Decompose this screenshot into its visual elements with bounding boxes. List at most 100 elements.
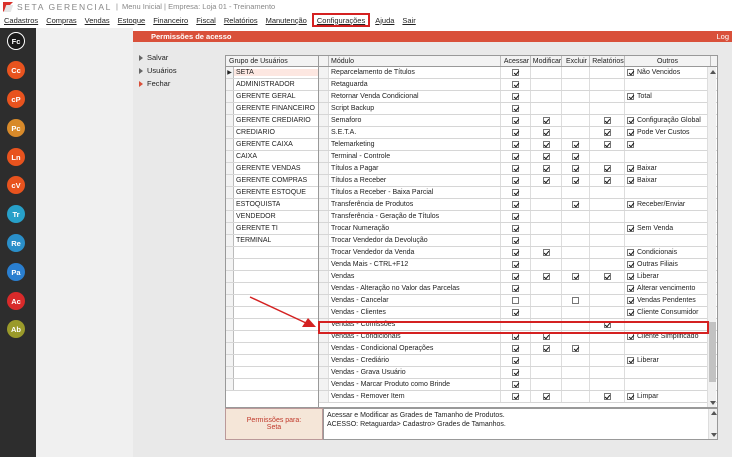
module-row[interactable]: Reparcelamento de Títulos Não Vencidos	[319, 67, 717, 79]
module-row[interactable]: Vendas - Cancelar Vendas Pendentes	[319, 295, 717, 307]
module-row[interactable]: Trocar Numeração Sem Venda	[319, 223, 717, 235]
access-checkbox[interactable]	[512, 381, 519, 388]
others-checkbox[interactable]	[627, 69, 634, 76]
module-row[interactable]: Telemarketing	[319, 139, 717, 151]
access-checkbox[interactable]	[512, 261, 519, 268]
others-checkbox[interactable]	[627, 333, 634, 340]
sidebar-btn-pc[interactable]: Pc	[7, 119, 25, 137]
sidebar-btn-ac[interactable]: Ac	[7, 292, 25, 310]
others-checkbox[interactable]	[627, 285, 634, 292]
reports-checkbox[interactable]	[603, 165, 611, 172]
reports-checkbox[interactable]	[603, 393, 611, 400]
group-row[interactable]: GERENTE COMPRAS	[226, 175, 322, 187]
module-row[interactable]: Títulos a Receber Baixar	[319, 175, 717, 187]
sidebar-btn-cc[interactable]: Cc	[7, 61, 25, 79]
module-row[interactable]: Vendas - Remover Item Limpar	[319, 391, 717, 403]
scroll-down-icon[interactable]	[708, 398, 717, 407]
module-row[interactable]: Vendas - Condicional Operações	[319, 343, 717, 355]
others-checkbox[interactable]	[627, 225, 634, 232]
menu-configuracoes[interactable]: Configurações	[317, 16, 365, 25]
menu-relatorios[interactable]: Relatórios	[224, 16, 258, 25]
group-row[interactable]: GERENTE VENDAS	[226, 163, 322, 175]
module-row[interactable]: Script Backup	[319, 103, 717, 115]
access-checkbox[interactable]	[512, 369, 519, 376]
group-row[interactable]: GERENTE CREDIARIO	[226, 115, 322, 127]
module-row[interactable]: Vendas - Comissões	[319, 319, 717, 331]
group-row[interactable]: GERENTE FINANCEIRO	[226, 103, 322, 115]
reports-checkbox[interactable]	[603, 273, 611, 280]
group-row[interactable]: TERMINAL	[226, 235, 322, 247]
sidebar-btn-fc[interactable]: Fc	[7, 32, 25, 50]
menu-sair[interactable]: Sair	[402, 16, 415, 25]
access-checkbox[interactable]	[512, 69, 519, 76]
menu-manutencao[interactable]: Manutenção	[266, 16, 307, 25]
access-checkbox[interactable]	[512, 153, 519, 160]
sidebar-btn-ab[interactable]: Ab	[7, 320, 25, 338]
others-checkbox[interactable]	[627, 93, 634, 100]
delete-checkbox[interactable]	[572, 345, 579, 352]
modify-checkbox[interactable]	[542, 345, 550, 352]
delete-checkbox[interactable]	[572, 273, 579, 280]
modify-checkbox[interactable]	[542, 129, 550, 136]
menu-fiscal[interactable]: Fiscal	[196, 16, 216, 25]
menu-compras[interactable]: Compras	[46, 16, 76, 25]
module-row[interactable]: Vendas - Alteração no Valor das Parcelas…	[319, 283, 717, 295]
group-row[interactable]: GERENTE GERAL	[226, 91, 322, 103]
module-row[interactable]: Vendas - Marcar Produto como Brinde	[319, 379, 717, 391]
modify-checkbox[interactable]	[542, 117, 550, 124]
reports-checkbox[interactable]	[603, 141, 611, 148]
access-checkbox[interactable]	[512, 201, 519, 208]
group-row[interactable]: CAIXA	[226, 151, 322, 163]
group-row[interactable]: GERENTE TI	[226, 223, 322, 235]
others-checkbox[interactable]	[627, 177, 634, 184]
group-row[interactable]: CREDIARIO	[226, 127, 322, 139]
module-row[interactable]: Vendas - Clientes Cliente Consumidor	[319, 307, 717, 319]
access-checkbox[interactable]	[512, 345, 519, 352]
delete-checkbox[interactable]	[572, 177, 579, 184]
others-checkbox[interactable]	[627, 273, 634, 280]
menu-estoque[interactable]: Estoque	[118, 16, 146, 25]
menu-ajuda[interactable]: Ajuda	[375, 16, 394, 25]
scroll-thumb[interactable]	[709, 322, 716, 382]
module-row[interactable]: Trocar Vendedor da Venda Condicionais	[319, 247, 717, 259]
module-row[interactable]: S.E.T.A. Pode Ver Custos	[319, 127, 717, 139]
module-row[interactable]: Títulos a Receber - Baixa Parcial	[319, 187, 717, 199]
access-checkbox[interactable]	[512, 285, 519, 292]
delete-checkbox[interactable]	[572, 201, 579, 208]
others-checkbox[interactable]	[627, 261, 634, 268]
access-checkbox[interactable]	[512, 357, 519, 364]
group-row[interactable]: ESTOQUISTA	[226, 199, 322, 211]
menu-cadastros[interactable]: Cadastros	[4, 16, 38, 25]
module-row[interactable]: Terminal - Controle	[319, 151, 717, 163]
access-checkbox[interactable]	[512, 225, 519, 232]
modify-checkbox[interactable]	[542, 333, 550, 340]
access-checkbox[interactable]	[512, 141, 519, 148]
modify-checkbox[interactable]	[542, 393, 550, 400]
group-row[interactable]: GERENTE CAIXA	[226, 139, 322, 151]
access-checkbox[interactable]	[512, 129, 519, 136]
reports-checkbox[interactable]	[603, 129, 611, 136]
log-button[interactable]: Log	[716, 32, 729, 41]
action-fechar[interactable]: Fechar	[133, 77, 223, 90]
action-salvar[interactable]: Salvar	[133, 51, 223, 64]
modify-checkbox[interactable]	[542, 141, 550, 148]
others-checkbox[interactable]	[627, 249, 634, 256]
access-checkbox[interactable]	[512, 189, 519, 196]
group-row[interactable]: ADMINISTRADOR	[226, 79, 322, 91]
others-checkbox[interactable]	[627, 141, 634, 148]
access-checkbox[interactable]	[512, 177, 519, 184]
menu-financeiro[interactable]: Financeiro	[153, 16, 188, 25]
sidebar-btn-re[interactable]: Re	[7, 234, 25, 252]
access-checkbox[interactable]	[512, 237, 519, 244]
sidebar-btn-tr[interactable]: Tr	[7, 205, 25, 223]
access-checkbox[interactable]	[512, 165, 519, 172]
module-row[interactable]: Venda Mais - CTRL+F12 Outras Filiais	[319, 259, 717, 271]
module-row[interactable]: Vendas - Grava Usuário	[319, 367, 717, 379]
group-row[interactable]: VENDEDOR	[226, 211, 322, 223]
access-checkbox[interactable]	[512, 249, 519, 256]
access-checkbox[interactable]	[512, 93, 519, 100]
menu-vendas[interactable]: Vendas	[85, 16, 110, 25]
others-checkbox[interactable]	[627, 393, 634, 400]
group-row[interactable]: ▶ SETA	[226, 67, 322, 79]
description-scrollbar[interactable]	[708, 409, 717, 439]
